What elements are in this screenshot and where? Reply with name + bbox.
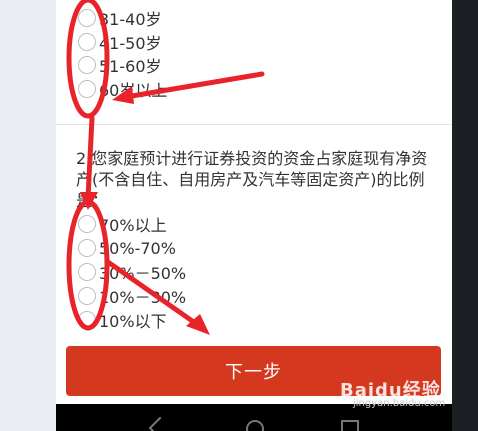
annotation-overlay <box>66 0 265 335</box>
arrow-line-top <box>117 71 265 101</box>
highlight-ellipse-q1 <box>66 0 110 119</box>
arrow-head-top <box>112 86 134 104</box>
highlight-ellipse-q2 <box>66 199 110 331</box>
arrow-line-button <box>105 259 201 328</box>
watermark-url: jingyan.baidu.com <box>353 398 446 409</box>
arrow-line-down <box>85 115 95 201</box>
